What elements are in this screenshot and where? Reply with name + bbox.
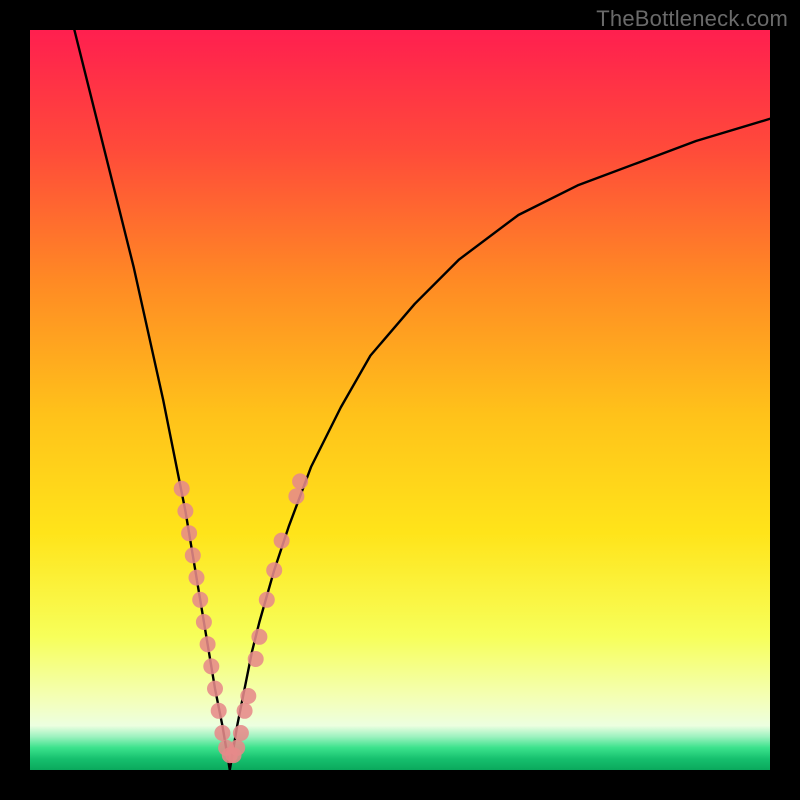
highlight-point — [288, 488, 304, 504]
plot-area — [30, 30, 770, 770]
highlight-point — [266, 562, 282, 578]
highlight-point — [200, 636, 216, 652]
highlight-point — [259, 592, 275, 608]
watermark-text: TheBottleneck.com — [596, 6, 788, 32]
highlight-point — [189, 570, 205, 586]
highlight-point — [192, 592, 208, 608]
highlight-point — [292, 473, 308, 489]
highlight-point — [207, 681, 223, 697]
highlight-point — [248, 651, 264, 667]
chart-svg — [30, 30, 770, 770]
highlight-point — [196, 614, 212, 630]
highlight-point — [233, 725, 249, 741]
gradient-bg — [30, 30, 770, 770]
highlight-point — [203, 658, 219, 674]
chart-frame: TheBottleneck.com — [0, 0, 800, 800]
highlight-point — [240, 688, 256, 704]
highlight-point — [181, 525, 197, 541]
highlight-point — [274, 533, 290, 549]
highlight-point — [185, 547, 201, 563]
highlight-point — [211, 703, 227, 719]
highlight-point — [214, 725, 230, 741]
highlight-point — [251, 629, 267, 645]
highlight-point — [177, 503, 193, 519]
highlight-point — [229, 740, 245, 756]
highlight-point — [237, 703, 253, 719]
highlight-point — [174, 481, 190, 497]
